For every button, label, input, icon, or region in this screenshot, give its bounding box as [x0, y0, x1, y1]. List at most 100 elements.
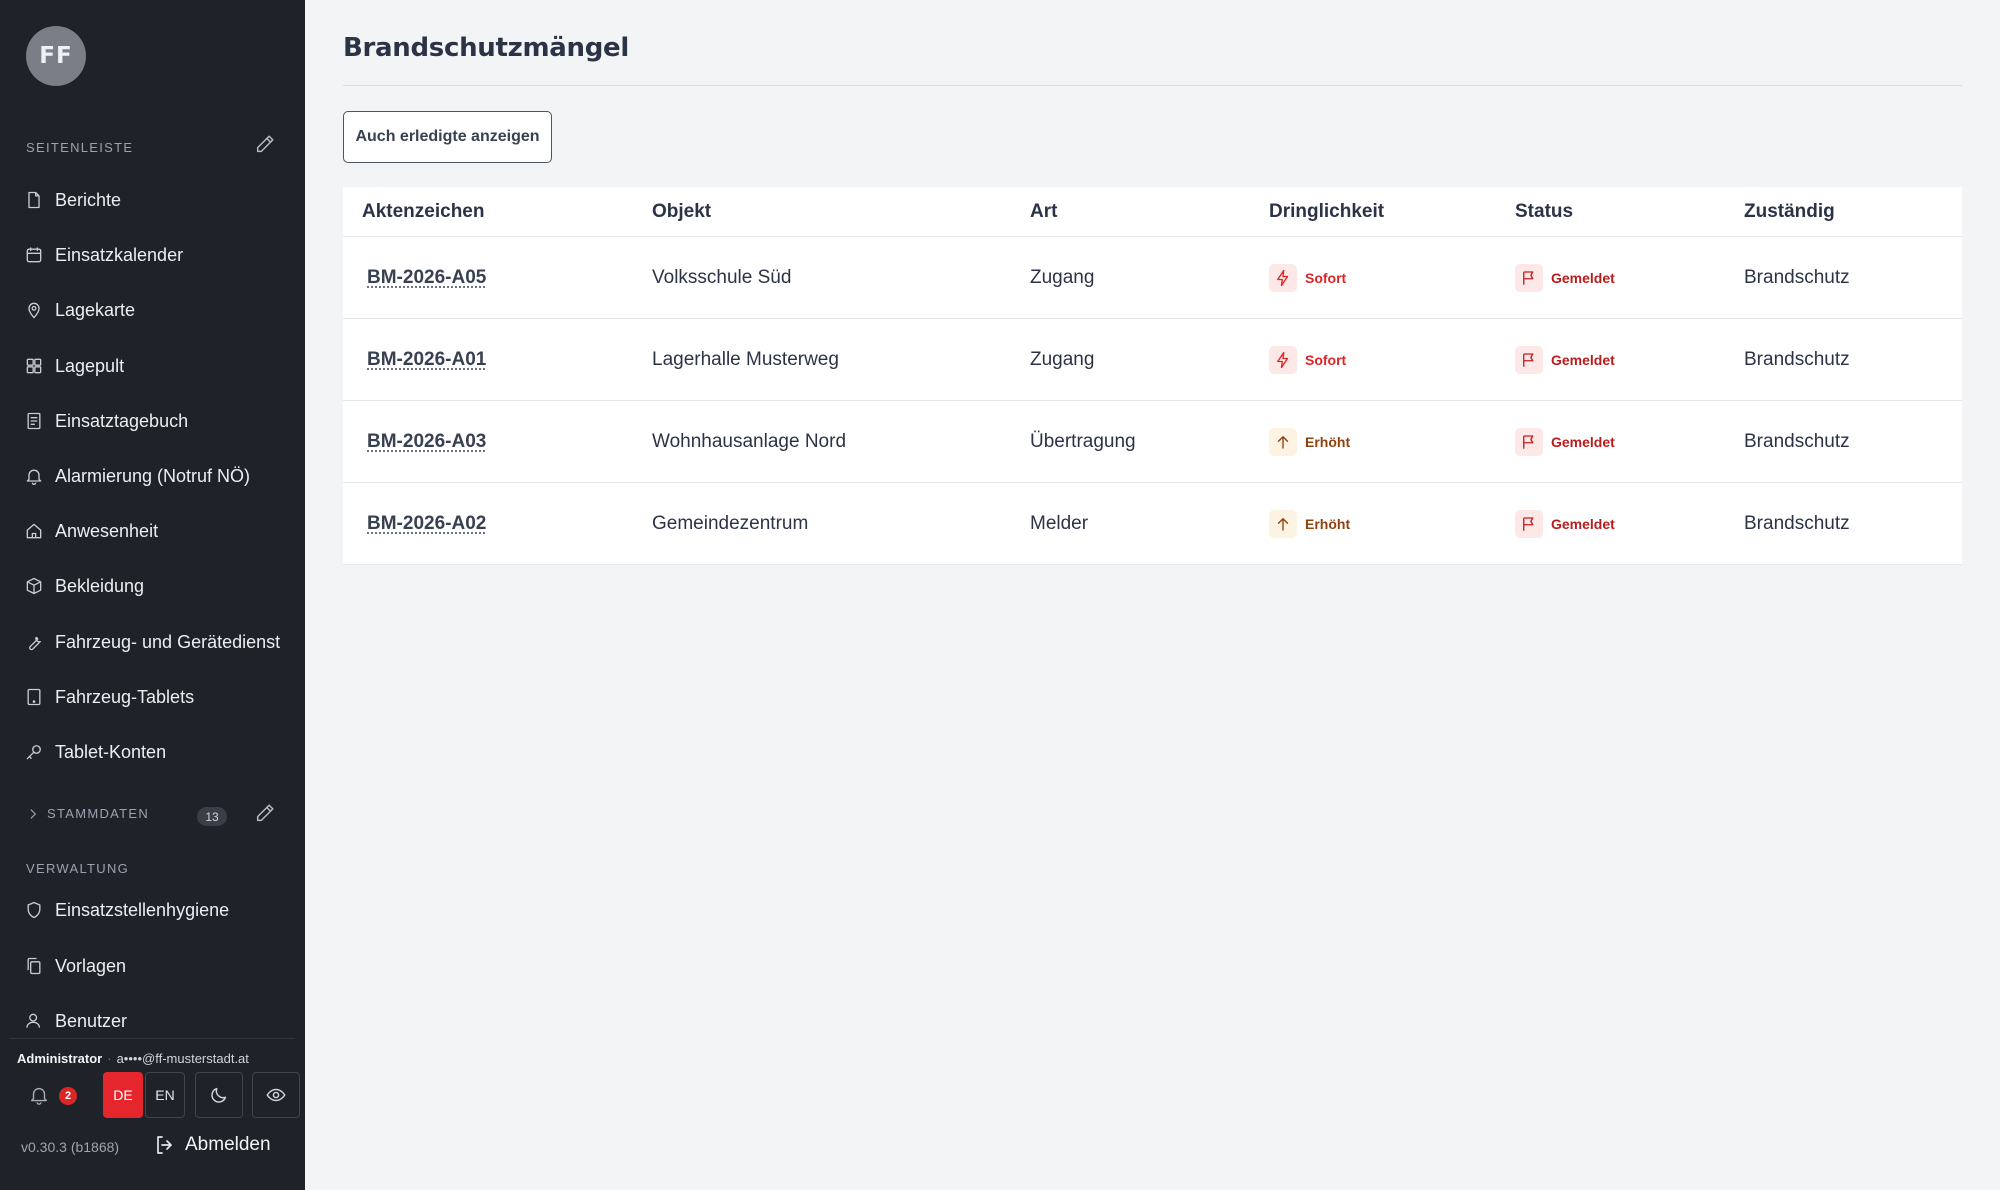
urgency-cell: Erhöht: [1269, 483, 1350, 565]
file-icon: [28, 191, 40, 209]
object-cell: Wohnhausanlage Nord: [652, 431, 847, 452]
column-header-art[interactable]: Art: [1030, 187, 1057, 237]
status-label: Gemeldet: [1551, 270, 1615, 286]
flag-icon: [1515, 346, 1543, 374]
language-en-button[interactable]: EN: [145, 1072, 185, 1118]
sidebar-item-label: Anwesenheit: [55, 520, 159, 541]
sidebar-item-label: Fahrzeug- und Gerätedienst: [55, 631, 281, 652]
edit-pencil-icon[interactable]: [254, 802, 276, 824]
sidebar-item-label: Alarmierung (Notruf NÖ): [55, 465, 251, 486]
sidebar-item-label: Berichte: [55, 189, 122, 210]
case-reference-link[interactable]: BM-2026-A01: [367, 349, 486, 371]
language-de-button[interactable]: DE: [103, 1072, 143, 1118]
wrench-icon: [29, 636, 41, 651]
sidebar-item-label: Fahrzeug-Tablets: [55, 686, 195, 707]
column-header-status[interactable]: Status: [1515, 187, 1573, 237]
object-cell: Lagerhalle Musterweg: [652, 349, 839, 370]
flag-icon: [1515, 264, 1543, 292]
column-header-zustaendig[interactable]: Zuständig: [1744, 187, 1835, 237]
shield-icon: [27, 901, 41, 919]
sidebar-item-berichte[interactable]: Berichte: [24, 182, 286, 218]
type-cell: Zugang: [1030, 349, 1095, 370]
case-reference-link[interactable]: BM-2026-A05: [367, 267, 486, 289]
user-role: Administrator: [17, 1051, 103, 1066]
owner-cell: Brandschutz: [1744, 267, 1850, 288]
status-cell: Gemeldet: [1515, 237, 1615, 319]
sidebar-item-benutzer[interactable]: Benutzer: [24, 1003, 286, 1039]
arrow-up-icon: [1269, 510, 1297, 538]
lightning-icon: [1269, 264, 1297, 292]
sidebar-item-label: Vorlagen: [55, 955, 127, 976]
status-badge: Gemeldet: [1515, 510, 1615, 538]
calendar-icon: [26, 247, 42, 263]
notifications-bell-icon[interactable]: [28, 1084, 50, 1106]
logout-label: Abmelden: [185, 1134, 271, 1155]
sidebar-item-anwesenheit[interactable]: Anwesenheit: [24, 513, 286, 549]
logout-button[interactable]: Abmelden: [153, 1133, 271, 1157]
box-icon: [26, 577, 42, 595]
sidebar-item-fahrzeug-geraetedienst[interactable]: Fahrzeug- und Gerätedienst: [24, 624, 286, 660]
table-row[interactable]: BM-2026-A03 Wohnhausanlage Nord Übertrag…: [343, 401, 1962, 483]
sidebar-item-einsatzstellenhygiene[interactable]: Einsatzstellenhygiene: [24, 892, 286, 928]
urgency-label: Erhöht: [1305, 516, 1351, 532]
show-completed-button[interactable]: Auch erledigte anzeigen: [343, 111, 552, 163]
visibility-toggle-button[interactable]: [252, 1072, 300, 1118]
avatar[interactable]: FF: [26, 26, 86, 86]
sidebar-item-label: Einsatzkalender: [55, 244, 184, 265]
table-row[interactable]: BM-2026-A02 Gemeindezentrum Melder Erhöh…: [343, 483, 1962, 565]
status-label: Gemeldet: [1551, 352, 1615, 368]
urgency-badge: Erhöht: [1269, 428, 1350, 456]
edit-pencil-icon[interactable]: [254, 133, 276, 155]
type-cell: Übertragung: [1030, 431, 1136, 452]
case-reference-link[interactable]: BM-2026-A02: [367, 513, 486, 535]
column-header-objekt[interactable]: Objekt: [652, 187, 711, 237]
sidebar-item-label: Bekleidung: [55, 575, 145, 596]
sidebar-item-label: Einsatztagebuch: [55, 410, 189, 431]
sidebar-section-label: SEITENLEISTE: [26, 140, 134, 155]
urgency-badge: Sofort: [1269, 264, 1346, 292]
object-cell: Volksschule Süd: [652, 267, 792, 288]
urgency-cell: Sofort: [1269, 237, 1346, 319]
urgency-label: Erhöht: [1305, 434, 1351, 450]
lightning-icon: [1269, 346, 1297, 374]
journal-icon: [27, 412, 41, 430]
status-cell: Gemeldet: [1515, 483, 1615, 565]
sidebar-item-lagekarte[interactable]: Lagekarte: [24, 292, 286, 328]
column-header-aktenzeichen[interactable]: Aktenzeichen: [362, 187, 484, 237]
notification-count-badge: 2: [59, 1087, 77, 1105]
sidebar-item-alarmierung[interactable]: Alarmierung (Notruf NÖ): [24, 458, 286, 494]
sidebar-item-einsatzkalender[interactable]: Einsatzkalender: [24, 237, 286, 273]
table-row[interactable]: BM-2026-A01 Lagerhalle Musterweg Zugang …: [343, 319, 1962, 401]
sidebar-item-fahrzeug-tablets[interactable]: Fahrzeug-Tablets: [24, 679, 286, 715]
sidebar-item-label: Lagekarte: [55, 299, 136, 320]
flag-icon: [1515, 428, 1543, 456]
sidebar-item-label: Einsatzstellenhygiene: [55, 899, 230, 920]
sidebar-item-lagepult[interactable]: Lagepult: [24, 348, 286, 384]
status-label: Gemeldet: [1551, 516, 1615, 532]
sidebar-item-tablet-konten[interactable]: Tablet-Konten: [24, 734, 286, 770]
stammdaten-toggle[interactable]: STAMMDATEN: [26, 806, 149, 821]
app-version: v0.30.3 (b1868): [21, 1139, 120, 1155]
status-badge: Gemeldet: [1515, 264, 1615, 292]
table-row[interactable]: BM-2026-A05 Volksschule Süd Zugang Sofor…: [343, 237, 1962, 319]
column-header-dringlichkeit[interactable]: Dringlichkeit: [1269, 187, 1384, 237]
status-label: Gemeldet: [1551, 434, 1615, 450]
sidebar-item-label: Benutzer: [55, 1010, 128, 1031]
stammdaten-count-badge: 13: [197, 807, 227, 826]
sidebar-item-label: Tablet-Konten: [55, 741, 167, 762]
case-reference-link[interactable]: BM-2026-A03: [367, 431, 486, 453]
bell-icon: [26, 469, 42, 485]
verwaltung-section-label: VERWALTUNG: [26, 861, 130, 876]
arrow-up-icon: [1269, 428, 1297, 456]
type-cell: Melder: [1030, 513, 1089, 534]
type-cell: Zugang: [1030, 267, 1095, 288]
eye-icon: [266, 1088, 286, 1102]
stammdaten-label: STAMMDATEN: [47, 806, 150, 821]
sidebar-item-vorlagen[interactable]: Vorlagen: [24, 948, 286, 984]
sidebar-item-einsatztagebuch[interactable]: Einsatztagebuch: [24, 403, 286, 439]
user-icon: [26, 1013, 41, 1028]
dark-mode-button[interactable]: [195, 1072, 243, 1118]
urgency-cell: Erhöht: [1269, 401, 1350, 483]
status-cell: Gemeldet: [1515, 401, 1615, 483]
sidebar-item-bekleidung[interactable]: Bekleidung: [24, 568, 286, 604]
